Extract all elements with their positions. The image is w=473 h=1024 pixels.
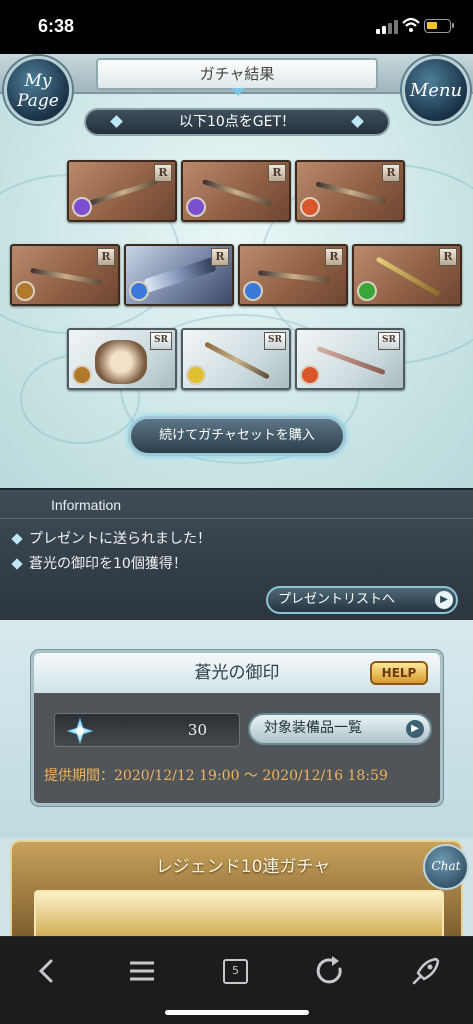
information-panel: Information プレゼントに送られました！ 蒼光の御印を10個獲得！ プ… <box>0 488 473 620</box>
present-list-button[interactable]: プレゼントリストへ ▶ <box>266 586 458 614</box>
dragon-summon-icon <box>143 257 217 293</box>
dark-element-icon <box>72 197 92 217</box>
rarity-badge: SR <box>264 332 286 350</box>
buy-gacha-set-button[interactable]: 続けてガチャセットを購入 <box>128 416 346 456</box>
result-item[interactable]: R <box>352 244 462 306</box>
diamond-icon <box>11 533 23 545</box>
banner-image <box>34 890 444 936</box>
result-item[interactable]: R <box>124 244 234 306</box>
result-item[interactable]: R <box>67 160 177 222</box>
rarity-badge: SR <box>150 332 172 350</box>
information-title: Information <box>51 497 122 513</box>
light-element-icon <box>186 365 206 385</box>
menu-button[interactable]: Menu <box>402 56 470 124</box>
result-item[interactable]: SR <box>67 328 177 390</box>
rarity-badge: R <box>382 164 400 182</box>
page-title: ガチャ結果 <box>96 58 378 96</box>
help-button[interactable]: HELP <box>370 661 428 685</box>
rarity-badge: R <box>439 248 457 266</box>
water-element-icon <box>129 281 149 301</box>
home-indicator <box>165 1010 309 1015</box>
result-item[interactable]: SR <box>181 328 291 390</box>
battery-icon <box>424 19 454 33</box>
seal-section: 蒼光の御印 HELP 30 対象装備品一覧 ▶ 提供期間：2020/12/12 … <box>0 620 473 838</box>
rocket-icon[interactable] <box>402 947 450 995</box>
result-item[interactable]: R <box>181 160 291 222</box>
axe-icon <box>201 178 273 207</box>
hammer-icon <box>204 341 270 380</box>
seal-crystal-icon <box>67 718 93 744</box>
earth-element-icon <box>15 281 35 301</box>
spear-icon <box>315 181 387 204</box>
status-time: 6:38 <box>38 16 75 36</box>
info-message: 蒼光の御印を10個獲得！ <box>11 553 187 573</box>
result-item[interactable]: R <box>295 160 405 222</box>
earth-element-icon <box>72 365 92 385</box>
rarity-badge: SR <box>378 332 400 350</box>
fire-element-icon <box>300 365 320 385</box>
legend-gacha-title: レジェンド10連ガチャ <box>155 857 331 877</box>
reload-icon[interactable] <box>306 947 354 995</box>
rarity-badge: R <box>268 164 286 182</box>
bow-icon <box>257 270 331 283</box>
arrow-right-icon: ▶ <box>406 720 424 738</box>
water-element-icon <box>243 281 263 301</box>
result-item[interactable]: R <box>10 244 120 306</box>
legend-gacha-banner[interactable]: レジェンド10連ガチャ Chat <box>0 838 473 936</box>
equipment-list-button[interactable]: 対象装備品一覧 ▶ <box>248 713 432 745</box>
back-icon[interactable] <box>22 947 70 995</box>
rarity-badge: R <box>154 164 172 182</box>
result-item[interactable]: R <box>238 244 348 306</box>
offer-period: 提供期間：2020/12/12 19:00 〜 2020/12/16 18:59 <box>44 768 388 784</box>
hamburger-menu-icon[interactable] <box>118 947 166 995</box>
tabs-button[interactable]: 5 <box>211 947 259 995</box>
get-banner: 以下10点をGET！ <box>84 108 390 136</box>
status-bar: 6:38 <box>0 0 473 54</box>
rarity-badge: R <box>97 248 115 266</box>
seal-count: 30 <box>187 721 207 739</box>
divider <box>0 518 473 519</box>
arrow-right-icon: ▶ <box>435 591 453 609</box>
weapon-icon <box>87 178 159 207</box>
signal-icon <box>376 20 398 34</box>
rarity-badge: R <box>325 248 343 266</box>
bow-icon <box>30 267 102 286</box>
diamond-icon <box>11 558 23 570</box>
seal-panel: 蒼光の御印 HELP 30 対象装備品一覧 ▶ 提供期間：2020/12/12 … <box>31 650 443 806</box>
gacha-result-screen: ガチャ結果 My Page Menu 以下10点をGET！ R R R R R … <box>0 54 473 488</box>
dark-element-icon <box>186 197 206 217</box>
seal-count-box: 30 <box>54 713 240 747</box>
character-summon-icon <box>95 340 147 384</box>
fire-element-icon <box>300 197 320 217</box>
info-message: プレゼントに送られました！ <box>11 528 211 548</box>
banner-frame: レジェンド10連ガチャ <box>10 840 463 936</box>
mypage-button[interactable]: My Page <box>4 56 72 124</box>
dagger-icon <box>375 256 441 297</box>
chat-button[interactable]: Chat <box>423 844 469 890</box>
wind-element-icon <box>357 281 377 301</box>
wifi-icon <box>402 17 420 32</box>
rarity-badge: R <box>211 248 229 266</box>
result-item[interactable]: SR <box>295 328 405 390</box>
tab-count: 5 <box>223 959 248 984</box>
bow-icon <box>316 345 386 376</box>
